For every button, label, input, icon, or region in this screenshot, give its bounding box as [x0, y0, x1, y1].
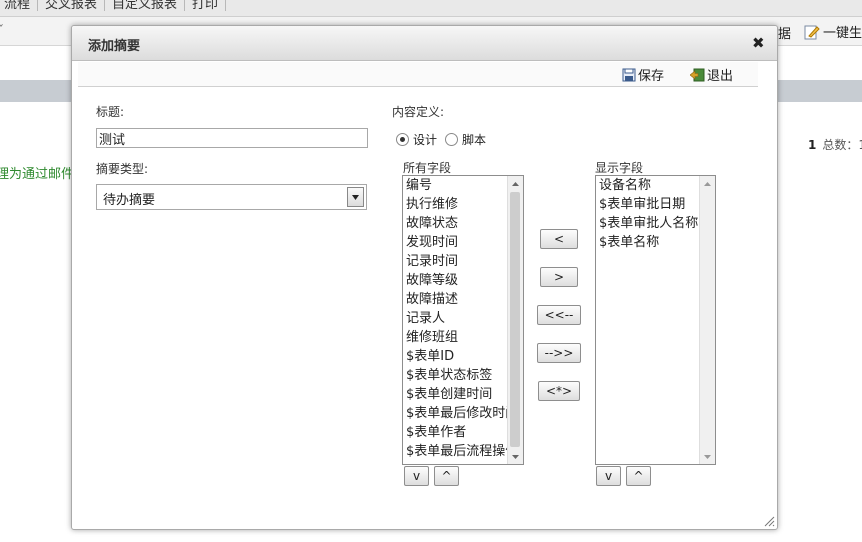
move-left-button[interactable]: < [540, 229, 578, 249]
list-item[interactable]: $表单状态标签 [403, 366, 507, 385]
all-fields-scrollbar[interactable] [507, 176, 523, 464]
list-item[interactable]: 发现时间 [403, 233, 507, 252]
list-item[interactable]: 维修班组 [403, 328, 507, 347]
content-def-label: 内容定义: [392, 105, 445, 119]
scroll-up-icon[interactable] [508, 176, 523, 191]
list-item[interactable]: 故障状态 [403, 214, 507, 233]
menu-item-cross-report[interactable]: 交叉报表 [38, 0, 106, 11]
all-fields-move-down-button[interactable]: v [404, 466, 429, 486]
radio-script[interactable] [445, 133, 459, 146]
all-fields-list[interactable]: 编号 执行维修 故障状态 发现时间 记录时间 故障等级 故障描述 记录人 维修班组 $表单ID $表… [402, 175, 524, 465]
edit-pencil-icon [804, 25, 820, 39]
swap-button[interactable]: <*> [538, 381, 580, 401]
summary-type-select[interactable]: 待办摘要 [96, 184, 367, 210]
exit-button[interactable]: 退出 [690, 65, 733, 84]
list-item[interactable]: 记录人 [403, 309, 507, 328]
data-button[interactable]: 据 [778, 23, 791, 42]
content-type-radio-group: 设计 脚本 [396, 131, 486, 148]
resize-grip-icon[interactable] [763, 515, 775, 527]
move-all-right-button[interactable]: -->> [537, 343, 581, 363]
title-label: 标题: [96, 105, 125, 119]
radio-script-label: 脚本 [462, 133, 487, 147]
app-menubar: 流程 交叉报表 自定义报表 打印 [0, 0, 862, 17]
menu-item-custom-report[interactable]: 自定义报表 [105, 0, 186, 11]
dialog-titlebar[interactable]: 添加摘要 ✖ [72, 26, 777, 61]
list-item[interactable]: 故障等级 [403, 271, 507, 290]
close-icon[interactable]: ✖ [752, 34, 765, 52]
list-item[interactable]: $表单ID [403, 347, 507, 366]
menu-item-print[interactable]: 打印 [185, 0, 227, 11]
summary-type-label: 摘要类型: [96, 162, 149, 176]
menu-item-flow[interactable]: 流程 [0, 0, 39, 11]
exit-label: 退出 [707, 69, 734, 84]
scroll-down-icon[interactable] [508, 449, 523, 464]
pager: 1 总数：1 [808, 136, 862, 153]
pager-page: 1 [808, 138, 817, 152]
save-label: 保存 [638, 69, 665, 84]
save-button[interactable]: 保存 [622, 65, 664, 84]
save-icon [622, 68, 636, 81]
list-item[interactable]: $表单创建时间 [403, 385, 507, 404]
list-item[interactable]: $表单作者 [403, 423, 507, 442]
all-fields-move-up-button[interactable]: ^ [434, 466, 459, 486]
shown-fields-label: 显示字段 [595, 161, 644, 175]
list-item[interactable]: 故障描述 [403, 290, 507, 309]
list-item[interactable]: $表单审批人名称 [596, 214, 699, 233]
move-right-button[interactable]: > [540, 267, 578, 287]
list-item[interactable]: $表单最后流程操作 [403, 442, 507, 461]
dialog-toolbar: 保存 退出 [78, 62, 758, 87]
list-item[interactable]: 执行维修 [403, 195, 507, 214]
one-click-generate-button[interactable]: 一键生成 [804, 22, 862, 41]
exit-door-icon [690, 68, 705, 81]
shown-fields-list[interactable]: 设备名称 $表单审批日期 $表单审批人名称 $表单名称 [595, 175, 716, 465]
radio-design[interactable] [396, 133, 409, 146]
shown-fields-scrollbar[interactable] [699, 176, 715, 464]
scroll-down-icon[interactable] [700, 449, 715, 464]
title-input[interactable] [96, 128, 368, 148]
list-item[interactable]: $表单名称 [596, 233, 699, 252]
list-item[interactable]: 设备名称 [596, 176, 699, 195]
dialog-title: 添加摘要 [88, 39, 141, 54]
one-click-generate-label: 一键生成 [823, 26, 862, 41]
list-item[interactable]: 编号 [403, 176, 507, 195]
list-item[interactable]: $表单审批日期 [596, 195, 699, 214]
radio-design-label: 设计 [413, 133, 438, 147]
scroll-up-icon[interactable] [700, 176, 715, 191]
caret-icon: ˇ [0, 23, 4, 37]
list-item[interactable]: $表单最后修改时间 [403, 404, 507, 423]
all-fields-label: 所有字段 [403, 161, 452, 175]
scroll-thumb[interactable] [510, 192, 520, 447]
chevron-down-icon[interactable] [347, 187, 364, 207]
pager-total: 总数：1 [822, 138, 862, 152]
list-item[interactable]: 记录时间 [403, 252, 507, 271]
add-summary-dialog: 添加摘要 ✖ 保存 退出 标题: 摘要类型: 待办摘要 内容定义: [71, 25, 778, 530]
shown-fields-move-down-button[interactable]: v [596, 466, 621, 486]
move-all-left-button[interactable]: <<-- [537, 305, 581, 325]
shown-fields-move-up-button[interactable]: ^ [626, 466, 651, 486]
summary-type-value: 待办摘要 [103, 193, 156, 208]
